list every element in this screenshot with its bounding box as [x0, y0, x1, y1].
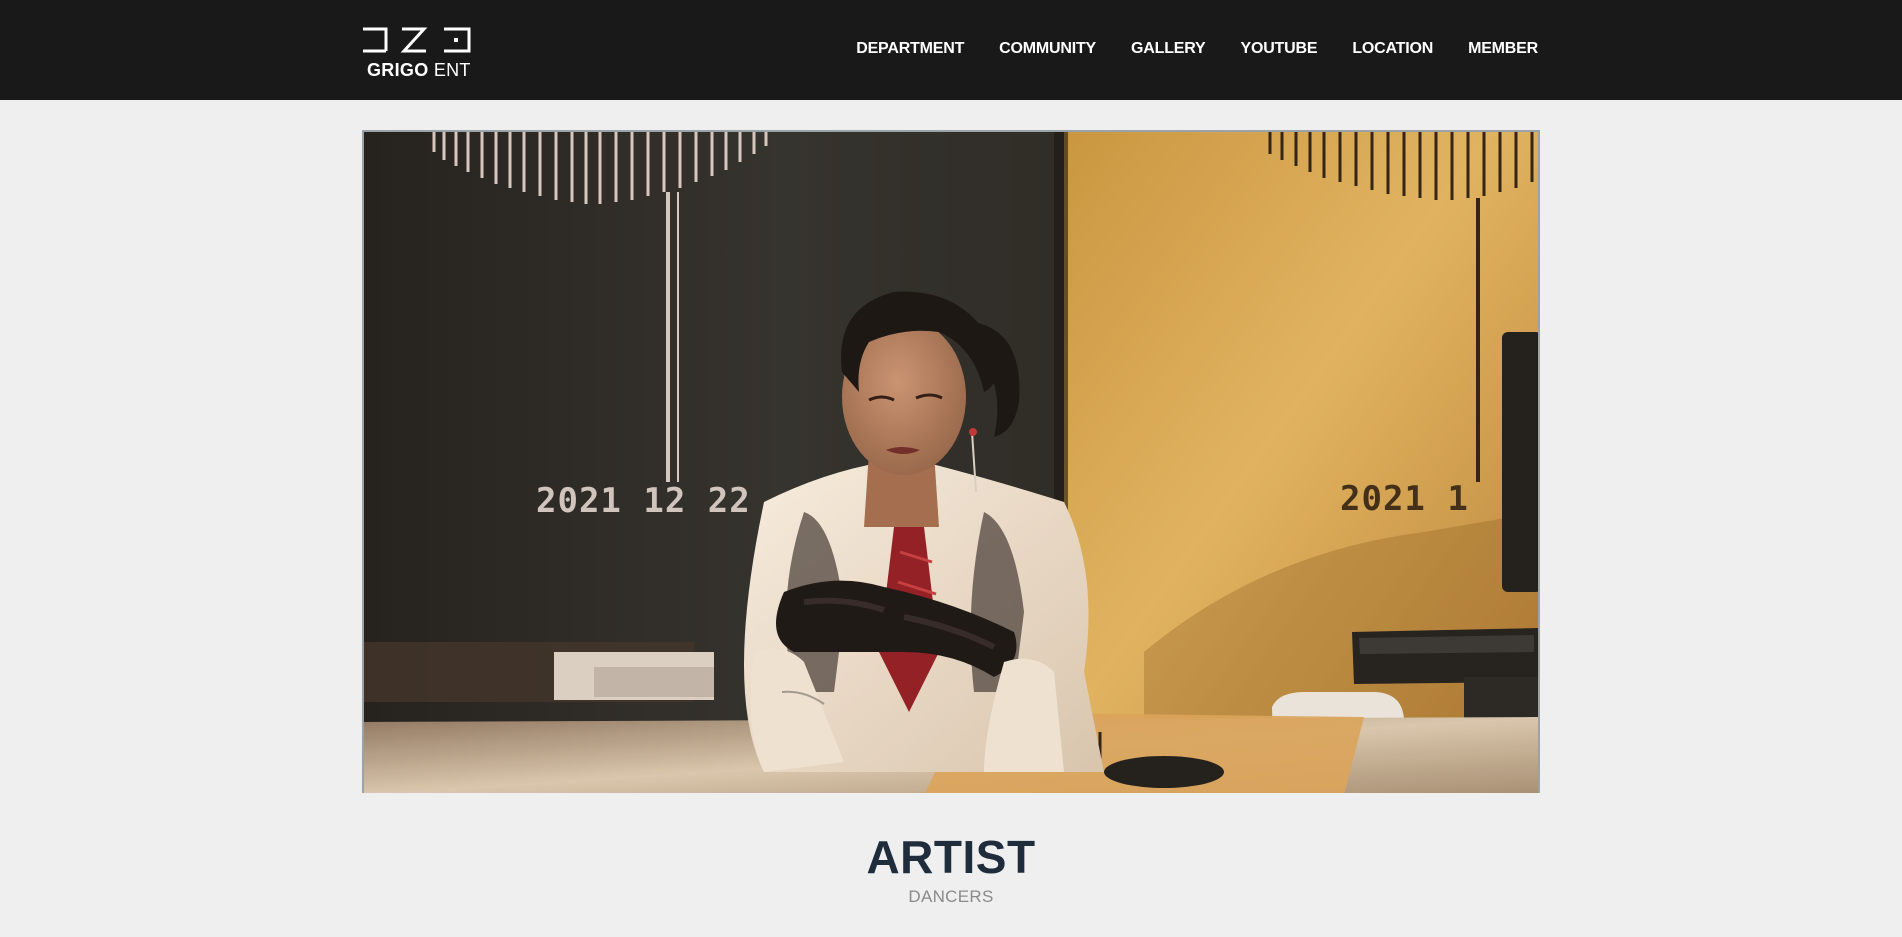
nav-location[interactable]: LOCATION	[1352, 40, 1433, 58]
nav-youtube[interactable]: YOUTUBE	[1240, 40, 1317, 58]
nav-gallery[interactable]: GALLERY	[1131, 40, 1206, 58]
section-title: ARTIST	[866, 831, 1036, 883]
logo-mark-icon	[363, 27, 471, 53]
site-header: GRIGO ENT DEPARTMENT COMMUNITY GALLERY Y…	[0, 0, 1902, 100]
main-nav: DEPARTMENT COMMUNITY GALLERY YOUTUBE LOC…	[856, 40, 1538, 58]
hero-image: 2021 12 22 2021 1	[362, 130, 1540, 793]
nav-community[interactable]: COMMUNITY	[999, 40, 1096, 58]
nav-department[interactable]: DEPARTMENT	[856, 40, 964, 58]
section-subtitle: DANCERS	[908, 887, 994, 906]
brand-logo[interactable]: GRIGO ENT	[362, 26, 474, 82]
brand-name: GRIGO ENT	[367, 60, 471, 80]
nav-member[interactable]: MEMBER	[1468, 40, 1538, 58]
